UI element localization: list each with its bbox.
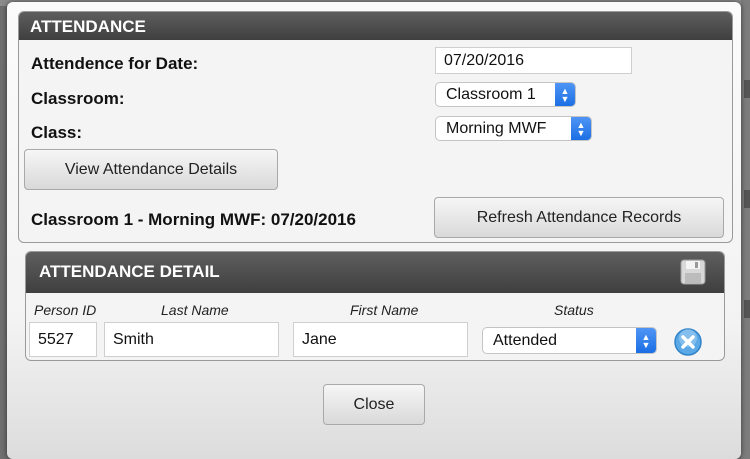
select-arrows-icon: ▲ ▼ <box>636 328 656 353</box>
attendance-detail-header: ATTENDANCE DETAIL <box>26 252 724 293</box>
attendance-header: ATTENDANCE <box>19 12 732 40</box>
classroom-label: Classroom: <box>31 89 125 108</box>
view-attendance-details-button[interactable]: View Attendance Details <box>24 149 278 190</box>
attendance-panel: ATTENDANCE Attendence for Date: Classroo… <box>18 11 733 243</box>
status-select[interactable]: Attended ▲ ▼ <box>482 327 657 354</box>
classroom-select-value: Classroom 1 <box>446 85 536 103</box>
column-header-status: Status <box>554 302 594 318</box>
classroom-select[interactable]: Classroom 1 ▲ ▼ <box>435 82 576 107</box>
status-select-value: Attended <box>493 331 558 349</box>
select-arrows-icon: ▲ ▼ <box>571 117 591 140</box>
select-arrows-icon: ▲ ▼ <box>555 83 575 106</box>
first-name-field[interactable] <box>293 322 468 357</box>
background-mark <box>744 190 750 208</box>
attendance-detail-panel: ATTENDANCE DETAIL Person ID Last Name Fi… <box>25 251 725 361</box>
date-label: Attendence for Date: <box>31 54 199 73</box>
last-name-field[interactable] <box>104 322 279 357</box>
remove-x-icon[interactable] <box>673 327 703 357</box>
attendance-modal: ATTENDANCE Attendence for Date: Classroo… <box>7 2 741 459</box>
background-mark <box>744 80 750 98</box>
column-header-first-name: First Name <box>350 302 419 318</box>
refresh-attendance-button[interactable]: Refresh Attendance Records <box>434 197 724 238</box>
summary-text: Classroom 1 - Morning MWF: 07/20/2016 <box>31 210 356 229</box>
class-label: Class: <box>31 123 83 142</box>
floppy-disk-icon[interactable] <box>680 259 706 285</box>
date-input[interactable] <box>435 47 632 74</box>
class-select[interactable]: Morning MWF ▲ ▼ <box>435 116 592 141</box>
background-right-edge <box>741 0 750 459</box>
attendance-detail-title: ATTENDANCE DETAIL <box>39 262 220 281</box>
person-id-field[interactable] <box>29 322 97 357</box>
class-select-value: Morning MWF <box>446 119 547 137</box>
close-button[interactable]: Close <box>323 384 425 425</box>
column-header-last-name: Last Name <box>161 302 229 318</box>
column-header-person-id: Person ID <box>34 302 97 318</box>
background-mark <box>744 300 750 318</box>
